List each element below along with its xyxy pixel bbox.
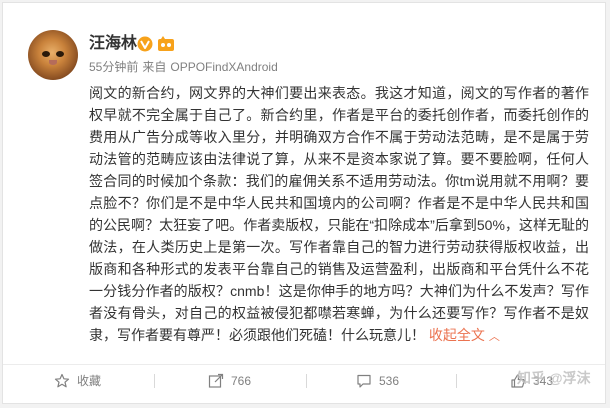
comment-count: 536 (379, 374, 400, 388)
post-time[interactable]: 55分钟前 (89, 60, 138, 74)
avatar-nose (49, 60, 57, 65)
repost-button[interactable]: 766 (208, 373, 251, 389)
repost-icon (208, 373, 224, 388)
post-content: 阅文的新合约，网文界的大神们要出来表态。我这才知道，阅文的写作者的著作权早就不完… (89, 82, 589, 348)
zhihu-watermark: 知乎 @浮沫 (517, 370, 591, 386)
favorite-button[interactable]: 收藏 (54, 373, 101, 389)
collapse-arrow-icon[interactable]: ︿ (489, 331, 500, 343)
author-name[interactable]: 汪海林 (89, 35, 137, 53)
action-separator (456, 374, 457, 388)
comment-button[interactable]: 536 (356, 373, 399, 389)
avatar-eye-left (42, 51, 50, 57)
avatar-eye-right (56, 51, 64, 57)
post-via: 来自 (142, 60, 167, 74)
collapse-button[interactable]: 收起全文 (429, 327, 485, 343)
fan-badge-icon[interactable] (157, 36, 175, 52)
star-icon (54, 373, 70, 388)
comment-icon (357, 374, 371, 388)
weibo-post-card: 汪海林 55分钟前 来自 OPPOFindXAndroid 阅文的新合约，网文界的大… (2, 2, 606, 404)
author-avatar[interactable] (28, 30, 78, 80)
action-separator (154, 374, 155, 388)
action-separator (306, 374, 307, 388)
post-meta: 55分钟前 来自 OPPOFindXAndroid (89, 60, 282, 74)
repost-count: 766 (231, 374, 252, 388)
action-divider (3, 364, 605, 365)
favorite-label: 收藏 (77, 374, 102, 388)
post-body: 阅文的新合约，网文界的大神们要出来表态。我这才知道，阅文的写作者的著作权早就不完… (89, 85, 589, 343)
verified-v-icon[interactable] (137, 36, 153, 52)
post-device[interactable]: OPPOFindXAndroid (170, 60, 277, 74)
